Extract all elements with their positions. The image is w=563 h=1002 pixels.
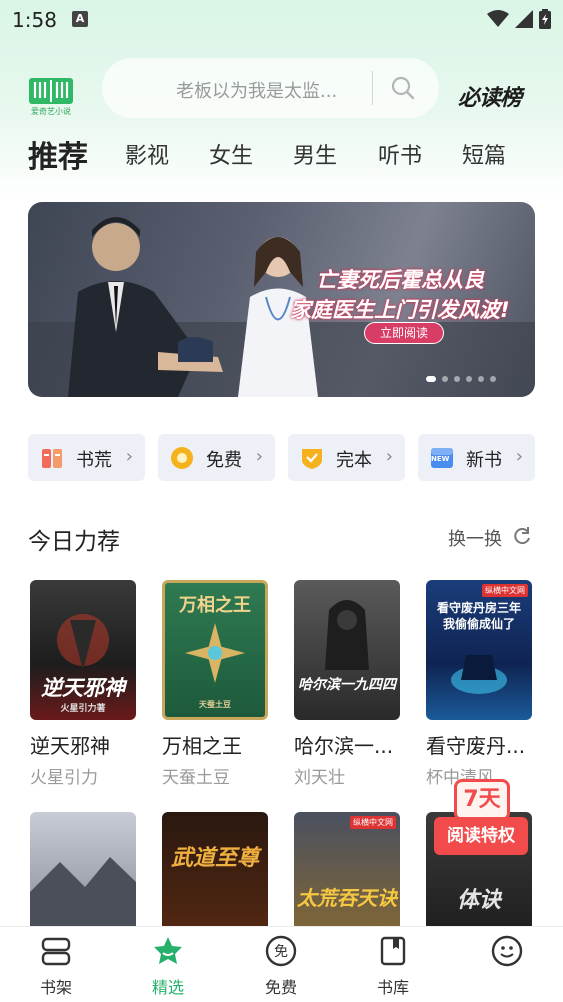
chip-book-shortage[interactable]: 书荒 ›: [28, 434, 145, 481]
nav-library[interactable]: 书库: [353, 927, 433, 1002]
chip-label: 免费: [206, 450, 242, 471]
book-card[interactable]: 逆天邪神 火星引力著 逆天邪神 火星引力: [30, 580, 138, 788]
book-cover[interactable]: 逆天邪神 火星引力著: [30, 580, 136, 720]
library-icon: [380, 936, 406, 966]
banner-dot[interactable]: [454, 376, 460, 382]
chip-label: 完本: [336, 450, 372, 471]
banner-read-now-button[interactable]: 立即阅读: [364, 322, 444, 344]
bookshelf-icon: [41, 937, 71, 966]
battery-icon: [539, 9, 551, 29]
refresh-icon[interactable]: [512, 526, 532, 546]
nav-label: 书库: [376, 978, 409, 997]
cover-subtitle: 天蚕土豆: [199, 700, 231, 709]
status-bar: 1:58 A: [0, 0, 563, 40]
open-book-logo-icon: [29, 78, 73, 104]
banner-dot[interactable]: [478, 376, 484, 382]
book-author: 天蚕土豆: [162, 768, 230, 788]
status-time: 1:58: [12, 8, 57, 32]
book-cover[interactable]: 纵横中文网 看守废丹房三年 我偷偷成仙了: [426, 580, 532, 720]
tab-short-stories[interactable]: 短篇: [462, 138, 506, 170]
cover-title: 体诀: [456, 888, 501, 913]
promo-days: 7天: [454, 779, 510, 821]
cover-title: 哈尔滨一九四四: [298, 677, 396, 693]
banner-pagination: [426, 376, 496, 382]
tab-audiobook[interactable]: 听书: [378, 138, 422, 170]
cover-title: 太荒吞天诀: [297, 886, 397, 910]
tab-film-tv[interactable]: 影视: [125, 138, 169, 170]
chip-free[interactable]: 免费 ›: [158, 434, 275, 481]
nav-featured[interactable]: 精选: [128, 927, 208, 1002]
book-title[interactable]: 哈尔滨一...: [294, 730, 393, 759]
banner-dot[interactable]: [490, 376, 496, 382]
wifi-icon: [487, 10, 509, 27]
nav-label: 精选: [151, 978, 184, 997]
search-box[interactable]: 老板以为我是太监...: [102, 58, 439, 118]
book-card[interactable]: 哈尔滨一九四四 哈尔滨一... 刘天壮: [294, 580, 402, 788]
chevron-right-icon: ›: [385, 446, 393, 467]
chip-label: 新书: [466, 450, 502, 471]
banner-headline-line2: 家庭医生上门引发风波!: [290, 298, 510, 322]
tab-male[interactable]: 男生: [293, 138, 337, 170]
profile-face-icon: [491, 935, 523, 967]
book-cover[interactable]: 哈尔滨一九四四: [294, 580, 400, 720]
refresh-button[interactable]: 换一换: [448, 525, 502, 551]
book-author: 火星引力: [30, 768, 98, 788]
book-author: 刘天壮: [294, 768, 345, 788]
chevron-right-icon: ›: [125, 446, 133, 467]
app-logo-label: 爱奇艺小说: [31, 107, 71, 116]
chip-new-books[interactable]: NEW 新书 ›: [418, 434, 535, 481]
cover-title: 逆天邪神: [41, 676, 125, 700]
status-icons: [487, 9, 551, 29]
cover-emblem-icon: [185, 623, 245, 683]
promo-banner[interactable]: 亡妻死后霍总从良 家庭医生上门引发风波! 立即阅读: [28, 202, 535, 397]
signal-icon: [515, 10, 533, 28]
coin-icon: [171, 447, 193, 469]
search-divider: [372, 71, 373, 105]
search-input[interactable]: 老板以为我是太监...: [176, 77, 337, 103]
featured-star-icon: [154, 937, 182, 964]
banner-dot[interactable]: [426, 376, 436, 382]
cover-publisher-badge: 纵横中文网: [350, 816, 396, 829]
book-title[interactable]: 看守废丹...: [426, 730, 525, 759]
free-icon-text: 免: [274, 944, 288, 960]
must-read-ranking-link[interactable]: 必读榜: [458, 80, 522, 112]
reading-privilege-promo[interactable]: 7天 阅读特权: [434, 779, 528, 873]
tab-female[interactable]: 女生: [209, 138, 253, 170]
book-title[interactable]: 万相之王: [162, 730, 242, 759]
cover-art: [325, 600, 369, 670]
book-card[interactable]: 纵横中文网 看守废丹房三年 我偷偷成仙了 看守废丹... 杯中清风: [426, 580, 534, 788]
banner-dot[interactable]: [442, 376, 448, 382]
chevron-right-icon: ›: [515, 446, 523, 467]
book-card[interactable]: 万相之王 天蚕土豆 万相之王 天蚕土豆: [162, 580, 270, 788]
cover-art: [451, 655, 507, 694]
free-icon: 免: [265, 935, 297, 967]
chip-label: 书荒: [76, 450, 112, 471]
book-shortage-icon: [42, 449, 62, 468]
nav-profile[interactable]: [467, 927, 547, 1002]
banner-dot[interactable]: [466, 376, 472, 382]
cover-subtitle: 火星引力著: [60, 704, 106, 714]
banner-headline-line1: 亡妻死后霍总从良: [316, 268, 484, 292]
new-badge-text: NEW: [431, 455, 450, 463]
promo-label: 阅读特权: [434, 817, 528, 855]
nav-label: 免费: [264, 978, 297, 997]
bottom-navigation: 书架 精选 免 免费 书库: [0, 926, 563, 1002]
section-title: 今日力荐: [28, 529, 120, 555]
nav-bookshelf[interactable]: 书架: [16, 927, 96, 1002]
chevron-right-icon: ›: [255, 446, 263, 467]
notification-icon: A: [72, 11, 88, 27]
nav-free[interactable]: 免 免费: [241, 927, 321, 1002]
shield-check-icon: [302, 449, 322, 469]
tab-recommended[interactable]: 推荐: [28, 132, 88, 176]
cover-title: 武道至尊: [170, 846, 259, 871]
book-title[interactable]: 逆天邪神: [30, 730, 110, 759]
search-icon[interactable]: [390, 75, 416, 101]
chip-completed[interactable]: 完本 ›: [288, 434, 405, 481]
nav-label: 书架: [39, 978, 72, 997]
book-cover[interactable]: 万相之王 天蚕土豆: [162, 580, 268, 720]
